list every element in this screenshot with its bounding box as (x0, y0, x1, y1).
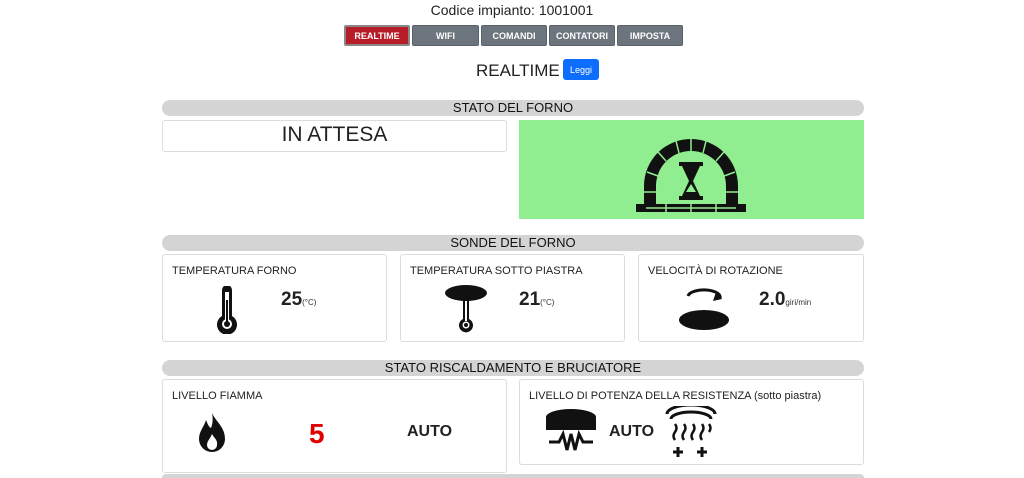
rotation-number: 2.0 (759, 289, 786, 310)
tab-bar: REALTIME WIFI COMANDI CONTATORI IMPOSTA (344, 25, 683, 46)
section-next (162, 474, 864, 478)
oven-status-indicator (519, 120, 864, 219)
rotation-value: 2.0giri/min (759, 289, 811, 311)
section-heating: STATO RISCALDAMENTO E BRUCIATORE (162, 360, 864, 376)
tab-comandi[interactable]: COMANDI (481, 25, 547, 46)
plate-thermometer-icon (445, 285, 487, 333)
page-title: REALTIME (476, 61, 560, 80)
section-probes: SONDE DEL FORNO (162, 235, 864, 251)
rotation-unit: giri/min (785, 298, 812, 307)
tab-wifi[interactable]: WIFI (412, 25, 479, 46)
resistance-card: LIVELLO DI POTENZA DELLA RESISTENZA (sot… (519, 379, 864, 465)
rotation-card: VELOCITÀ DI ROTAZIONE 2.0giri/min (638, 254, 864, 342)
plate-temp-unit: (°C) (540, 298, 555, 307)
flame-card: LIVELLO FIAMMA 5 AUTO (162, 379, 507, 473)
plate-temp-card: TEMPERATURA SOTTO PIASTRA 21(°C) (400, 254, 625, 342)
read-button[interactable]: Leggi (563, 59, 599, 80)
flame-mode: AUTO (407, 423, 453, 440)
oven-temp-value: 25(°C) (281, 289, 316, 311)
tab-imposta[interactable]: IMPOSTA (617, 25, 683, 46)
flame-icon (199, 413, 225, 452)
thermometer-icon (217, 286, 237, 334)
oven-temp-card: TEMPERATURA FORNO 25(°C) (162, 254, 387, 342)
oven-temp-unit: (°C) (302, 298, 317, 307)
plate-temp-label: TEMPERATURA SOTTO PIASTRA (410, 265, 583, 277)
plate-temp-value: 21(°C) (519, 289, 554, 311)
oven-status-text: IN ATTESA (281, 123, 388, 146)
section-oven-state: STATO DEL FORNO (162, 100, 864, 116)
oven-status-card: IN ATTESA (162, 120, 507, 152)
resistance-mode: AUTO (609, 423, 655, 440)
flame-label: LIVELLO FIAMMA (172, 390, 263, 402)
oven-hourglass-icon (636, 139, 746, 212)
oven-temp-label: TEMPERATURA FORNO (172, 265, 297, 277)
plant-code: Codice impianto: 1001001 (430, 2, 594, 18)
plate-temp-number: 21 (519, 289, 541, 310)
tab-contatori[interactable]: CONTATORI (549, 25, 615, 46)
heating-element-icon (546, 409, 596, 451)
flame-level-value: 5 (309, 418, 325, 449)
tab-realtime[interactable]: REALTIME (344, 25, 410, 46)
oven-temp-number: 25 (281, 289, 303, 310)
rotation-label: VELOCITÀ DI ROTAZIONE (648, 265, 783, 277)
rotation-plate-icon (679, 288, 729, 330)
resistance-label: LIVELLO DI POTENZA DELLA RESISTENZA (sot… (529, 390, 822, 402)
heat-level-plus-plus-icon (665, 406, 717, 457)
